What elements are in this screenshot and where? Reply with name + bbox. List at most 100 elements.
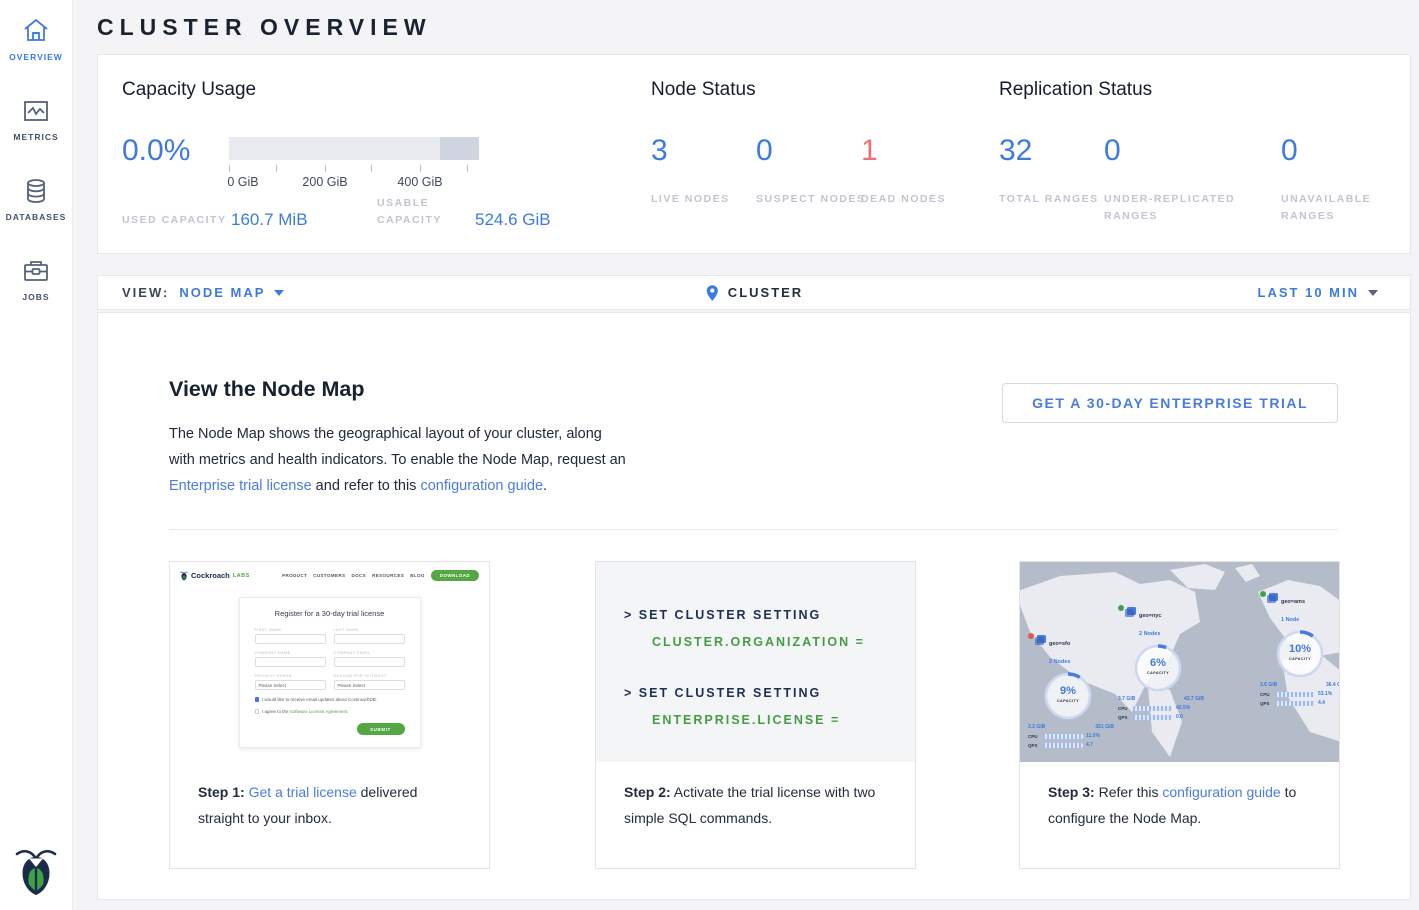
used-capacity-value: 160.7 MiB xyxy=(231,210,377,229)
cpu-label: CPU xyxy=(1118,706,1130,711)
node-status-section: Node Status 3 LIVE NODES 0 SUSPECT NODES… xyxy=(651,55,981,253)
capacity-gauge: 9% CAPACITY xyxy=(1042,670,1094,722)
step3-label: Step 3: xyxy=(1048,784,1095,800)
qps-label: QPS xyxy=(1028,743,1040,748)
configuration-guide-link[interactable]: configuration guide xyxy=(420,478,543,494)
databases-icon xyxy=(21,176,51,206)
metrics-icon xyxy=(21,96,51,126)
status-dot-red-icon xyxy=(1028,633,1034,639)
sidebar-item-databases[interactable]: DATABASES xyxy=(0,176,72,222)
mini-nav-item: RESOURCES xyxy=(372,573,404,578)
capacity-total: 36.4 GiB xyxy=(1326,682,1339,688)
mini-checkbox-label: I would like to receive email updates ab… xyxy=(262,697,377,702)
mini-download-button: DOWNLOAD xyxy=(431,570,479,581)
dead-nodes-value: 1 xyxy=(861,134,878,168)
description-text: . xyxy=(543,478,547,494)
status-dot-green-icon xyxy=(1260,591,1266,597)
sidebar-item-metrics[interactable]: METRICS xyxy=(0,96,72,142)
status-dot-green-icon xyxy=(1118,605,1124,611)
qps-meter xyxy=(1043,743,1083,748)
under-replicated-label: UNDER-REPLICATED RANGES xyxy=(1104,191,1269,225)
suspect-nodes-stat: 0 SUSPECT NODES xyxy=(756,134,773,168)
capacity-usage-section: Capacity Usage 0.0% 0 GiB 200 GiB 400 Gi… xyxy=(122,55,622,253)
capacity-used: 3.7 GiB xyxy=(1118,696,1135,702)
mini-field-label: LAST NAME xyxy=(334,627,405,632)
node-map-heading: View the Node Map xyxy=(169,377,365,402)
qps-value: 4.4 xyxy=(1318,700,1325,706)
under-replicated-stat: 0 UNDER-REPLICATED RANGES xyxy=(1104,134,1121,168)
unavailable-ranges-stat: 0 UNAVAILABLE RANGES xyxy=(1281,134,1298,168)
sidebar-item-jobs[interactable]: JOBS xyxy=(0,256,72,302)
capacity-label: CAPACITY xyxy=(1274,657,1326,661)
sql-prompt-line: > SET CLUSTER SETTING xyxy=(624,608,915,622)
qps-label: QPS xyxy=(1118,715,1130,720)
view-bar: VIEW: NODE MAP CLUSTER LAST 10 MIN xyxy=(97,275,1411,310)
unavailable-ranges-value: 0 xyxy=(1281,134,1298,168)
content-area: CLUSTER OVERVIEW Capacity Usage 0.0% 0 G… xyxy=(73,0,1419,910)
capacity-bar-chart: 0 GiB 200 GiB 400 GiB xyxy=(229,137,479,197)
capacity-axis-ticks xyxy=(229,165,479,172)
configuration-guide-link[interactable]: configuration guide xyxy=(1162,784,1280,800)
step3-text: Refer this xyxy=(1095,784,1163,800)
chevron-down-icon xyxy=(1368,290,1378,296)
capacity-bar-dark-segment xyxy=(440,137,479,160)
qps-value: 4.7 xyxy=(1086,742,1093,748)
mini-site-nav: PRODUCT CUSTOMERS DOCS RESOURCES BLOG DO… xyxy=(282,570,479,581)
step3-card: geo=sfo 2 Nodes 9% CAPACITY 3.2 GiB351 G… xyxy=(1019,561,1340,869)
mini-nav-item: BLOG xyxy=(410,573,425,578)
capacity-gauge: 10% CAPACITY xyxy=(1274,628,1326,680)
capacity-total: 351 GiB xyxy=(1095,724,1114,730)
mini-form-title: Register for a 30-day trial license xyxy=(255,609,405,618)
view-value: NODE MAP xyxy=(179,285,265,300)
get-trial-license-link[interactable]: Get a trial license xyxy=(249,784,357,800)
sidebar-item-label: METRICS xyxy=(0,132,72,142)
step3-caption: Step 3: Refer this configuration guide t… xyxy=(1020,762,1339,831)
capacity-percent: 9% xyxy=(1042,685,1094,697)
mini-site-logo-text: Cockroach xyxy=(191,571,230,580)
sql-setting-line: CLUSTER.ORGANIZATION = xyxy=(652,635,915,649)
capacity-used: 3.6 GiB xyxy=(1260,682,1277,688)
jobs-icon xyxy=(21,256,51,286)
capacity-percent: 10% xyxy=(1274,643,1326,655)
locality-name: geo=ams xyxy=(1281,599,1305,605)
dead-nodes-stat: 1 DEAD NODES xyxy=(861,134,878,168)
mini-checkbox-empty xyxy=(255,709,260,714)
qps-meter xyxy=(1275,701,1315,706)
mini-site-logo-suffix: LABS xyxy=(233,573,250,579)
qps-label: QPS xyxy=(1260,701,1272,706)
total-ranges-value: 32 xyxy=(999,134,1032,168)
mini-select: Please Select xyxy=(334,680,405,690)
node-cube-icon xyxy=(1127,607,1136,615)
mini-input xyxy=(255,634,326,644)
capacity-percent: 6% xyxy=(1132,657,1184,669)
step1-caption: Step 1: Get a trial license delivered st… xyxy=(170,762,489,831)
time-range-dropdown[interactable]: LAST 10 MIN xyxy=(1258,285,1378,300)
live-nodes-stat: 3 LIVE NODES xyxy=(651,134,668,168)
trial-license-site-screenshot: Cockroach LABS PRODUCT CUSTOMERS DOCS RE… xyxy=(170,562,489,762)
capacity-gauge: 6% CAPACITY xyxy=(1132,642,1184,694)
step2-label: Step 2: xyxy=(624,784,671,800)
suspect-nodes-label: SUSPECT NODES xyxy=(756,191,876,208)
qps-value: 0.0 xyxy=(1176,714,1183,720)
view-selector-dropdown[interactable]: VIEW: NODE MAP xyxy=(122,285,284,300)
mini-field-label: COMPANY EMAIL xyxy=(334,650,405,655)
cockroach-bug-icon xyxy=(180,571,188,581)
mini-nav-item: CUSTOMERS xyxy=(313,573,345,578)
cockroachdb-logo-icon xyxy=(15,846,57,898)
map-node-ams: geo=ams 1 Node 10% CAPACITY 3.6 GiB 36.4 … xyxy=(1260,590,1339,706)
enterprise-trial-license-link[interactable]: Enterprise trial license xyxy=(169,478,312,494)
cpu-meter xyxy=(1043,734,1083,739)
mini-input xyxy=(334,634,405,644)
mini-input xyxy=(255,657,326,667)
mini-nav-item: PRODUCT xyxy=(282,573,307,578)
node-map-description: The Node Map shows the geographical layo… xyxy=(169,421,631,499)
enterprise-trial-button[interactable]: GET A 30-DAY ENTERPRISE TRIAL xyxy=(1002,383,1338,423)
sidebar-item-overview[interactable]: OVERVIEW xyxy=(0,16,72,62)
mini-register-form: Register for a 30-day trial license FIRS… xyxy=(239,597,421,748)
usable-capacity-label: USABLE CAPACITY xyxy=(377,195,475,229)
locality-name: geo=sfo xyxy=(1049,641,1070,647)
map-node-nyc: geo=nyc 2 Nodes 6% CAPACITY 3.7 GiB43.7 … xyxy=(1118,604,1210,720)
locality-node-count: 1 Node xyxy=(1281,617,1299,623)
capacity-used: 3.2 GiB xyxy=(1028,724,1045,730)
mini-select: Please Select xyxy=(255,680,326,690)
